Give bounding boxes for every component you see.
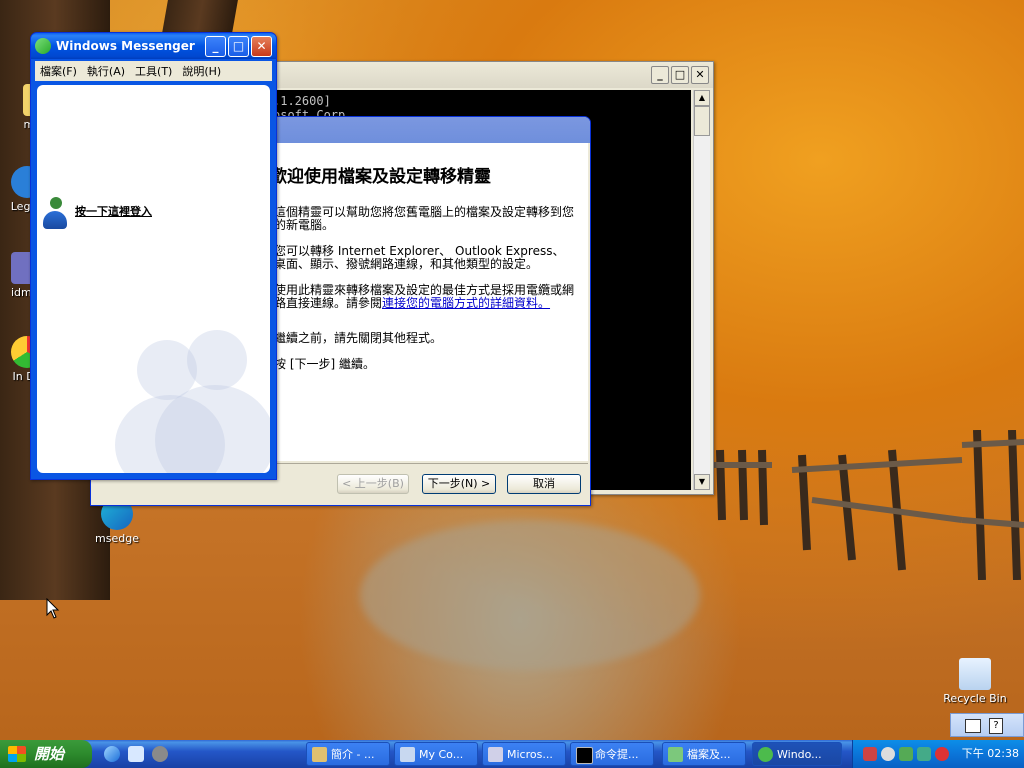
mouse-cursor-icon	[46, 598, 60, 619]
desktop-icon-recycle-bin[interactable]: Recycle Bin	[940, 658, 1010, 705]
menu-help[interactable]: 說明(H)	[177, 63, 226, 79]
wizard-text: 歡迎使用檔案及設定轉移精靈 這個精靈可以幫助您將您舊電腦上的檔案及設定轉移到您的…	[270, 155, 575, 384]
menu-tools[interactable]: 工具(T)	[130, 63, 177, 79]
clock[interactable]: 下午 02:38	[962, 740, 1019, 768]
wizard-paragraph-4: 繼續之前，請先關閉其他程式。	[274, 331, 443, 345]
network-icon[interactable]	[863, 747, 877, 761]
security-icon[interactable]	[899, 747, 913, 761]
messenger-window[interactable]: Windows Messenger _ □ ✕ 檔案(F) 執行(A) 工具(T…	[30, 32, 277, 480]
messenger-titlebar[interactable]: Windows Messenger _ □ ✕	[31, 33, 276, 59]
watermark-buddy-icon	[187, 330, 247, 390]
taskbar-item[interactable]: Micros...	[482, 742, 566, 766]
maximize-button[interactable]: □	[671, 66, 689, 84]
messenger-icon	[35, 38, 51, 54]
recycle-bin-icon	[959, 658, 991, 690]
close-button[interactable]: ✕	[251, 35, 272, 57]
scroll-up-arrow-icon[interactable]: ▲	[694, 90, 710, 106]
outlook-quicklaunch-icon[interactable]	[128, 746, 144, 762]
minimize-button[interactable]: _	[651, 66, 669, 84]
menu-file[interactable]: 檔案(F)	[35, 63, 82, 79]
taskbar-item[interactable]: 簡介 - ...	[306, 742, 390, 766]
update-icon[interactable]	[917, 747, 931, 761]
next-button[interactable]: 下一步(N) >	[422, 474, 496, 494]
app-icon	[312, 747, 327, 762]
desktop-icon-label: msedge	[95, 532, 139, 545]
taskbar-item[interactable]: My Co...	[394, 742, 478, 766]
cancel-button[interactable]: 取消	[507, 474, 581, 494]
keyboard-icon[interactable]	[965, 719, 981, 733]
desktop-icon-label: Recycle Bin	[943, 692, 1007, 705]
my-computer-icon	[400, 747, 415, 762]
wizard-paragraph-1: 這個精靈可以幫助您將您舊電腦上的檔案及設定轉移到您的新電腦。	[274, 205, 575, 232]
wizard-paragraph-3: 使用此精靈來轉移檔案及設定的最佳方式是採用電纜或網路直接連線。請參閱連接您的電腦…	[274, 284, 574, 310]
messenger-pane: 按一下這裡登入	[37, 85, 270, 473]
wizard-icon	[668, 747, 683, 762]
menu-actions[interactable]: 執行(A)	[82, 63, 130, 79]
minimize-button[interactable]: _	[205, 35, 226, 57]
taskbar-item-label: My Co...	[419, 748, 464, 761]
scroll-down-arrow-icon[interactable]: ▼	[694, 474, 710, 490]
wizard-paragraph-5: 按 [下一步] 繼續。	[274, 357, 375, 371]
wizard-paragraph-2: 您可以轉移 Internet Explorer、 Outlook Express…	[274, 244, 565, 271]
messenger-icon	[758, 747, 773, 762]
command-prompt-icon	[576, 747, 593, 764]
buddy-icon	[43, 197, 69, 231]
shield-icon[interactable]	[935, 747, 949, 761]
windows-flag-icon	[8, 746, 26, 762]
taskbar-item-label: 簡介 - ...	[331, 748, 375, 761]
help-icon[interactable]: ?	[989, 718, 1003, 734]
taskbar-item-label: 命令提...	[595, 748, 639, 761]
taskbar-item-label: 檔案及...	[687, 748, 731, 761]
console-titlebar[interactable]: _ □ ✕	[263, 62, 713, 88]
wizard-heading: 歡迎使用檔案及設定轉移精靈	[270, 167, 491, 187]
taskbar-item[interactable]: 檔案及...	[662, 742, 746, 766]
start-button[interactable]: 開始	[0, 740, 92, 768]
console-line: .1.2600]	[273, 94, 331, 108]
system-tray: 下午 02:38	[852, 740, 1024, 768]
taskbar-item-active[interactable]: Windo...	[752, 742, 842, 766]
messenger-title: Windows Messenger	[56, 39, 195, 53]
close-button[interactable]: ✕	[691, 66, 709, 84]
start-label: 開始	[34, 745, 65, 763]
back-button[interactable]: < 上一步(B)	[337, 474, 409, 494]
messenger-menubar: 檔案(F) 執行(A) 工具(T) 說明(H)	[35, 61, 272, 81]
taskbar-item-label: Micros...	[507, 748, 553, 761]
app-icon	[488, 747, 503, 762]
wooden-fence	[712, 430, 1024, 580]
connection-details-link[interactable]: 連接您的電腦方式的詳細資料。	[382, 296, 550, 310]
taskbar: 開始 簡介 - ... My Co... Micros... 命令提... 檔案…	[0, 740, 1024, 768]
console-scrollbar[interactable]: ▲ ▼	[693, 90, 710, 490]
app-quicklaunch-icon[interactable]	[152, 746, 168, 762]
signin-link[interactable]: 按一下這裡登入	[75, 203, 152, 219]
maximize-button[interactable]: □	[228, 35, 249, 57]
language-bar[interactable]: ?	[950, 713, 1024, 737]
taskbar-item[interactable]: 命令提...	[570, 742, 654, 766]
taskbar-item-label: Windo...	[777, 748, 822, 761]
volume-icon[interactable]	[881, 747, 895, 761]
scroll-thumb[interactable]	[694, 106, 710, 136]
leaf-path	[360, 520, 700, 670]
ie-quicklaunch-icon[interactable]	[104, 746, 120, 762]
